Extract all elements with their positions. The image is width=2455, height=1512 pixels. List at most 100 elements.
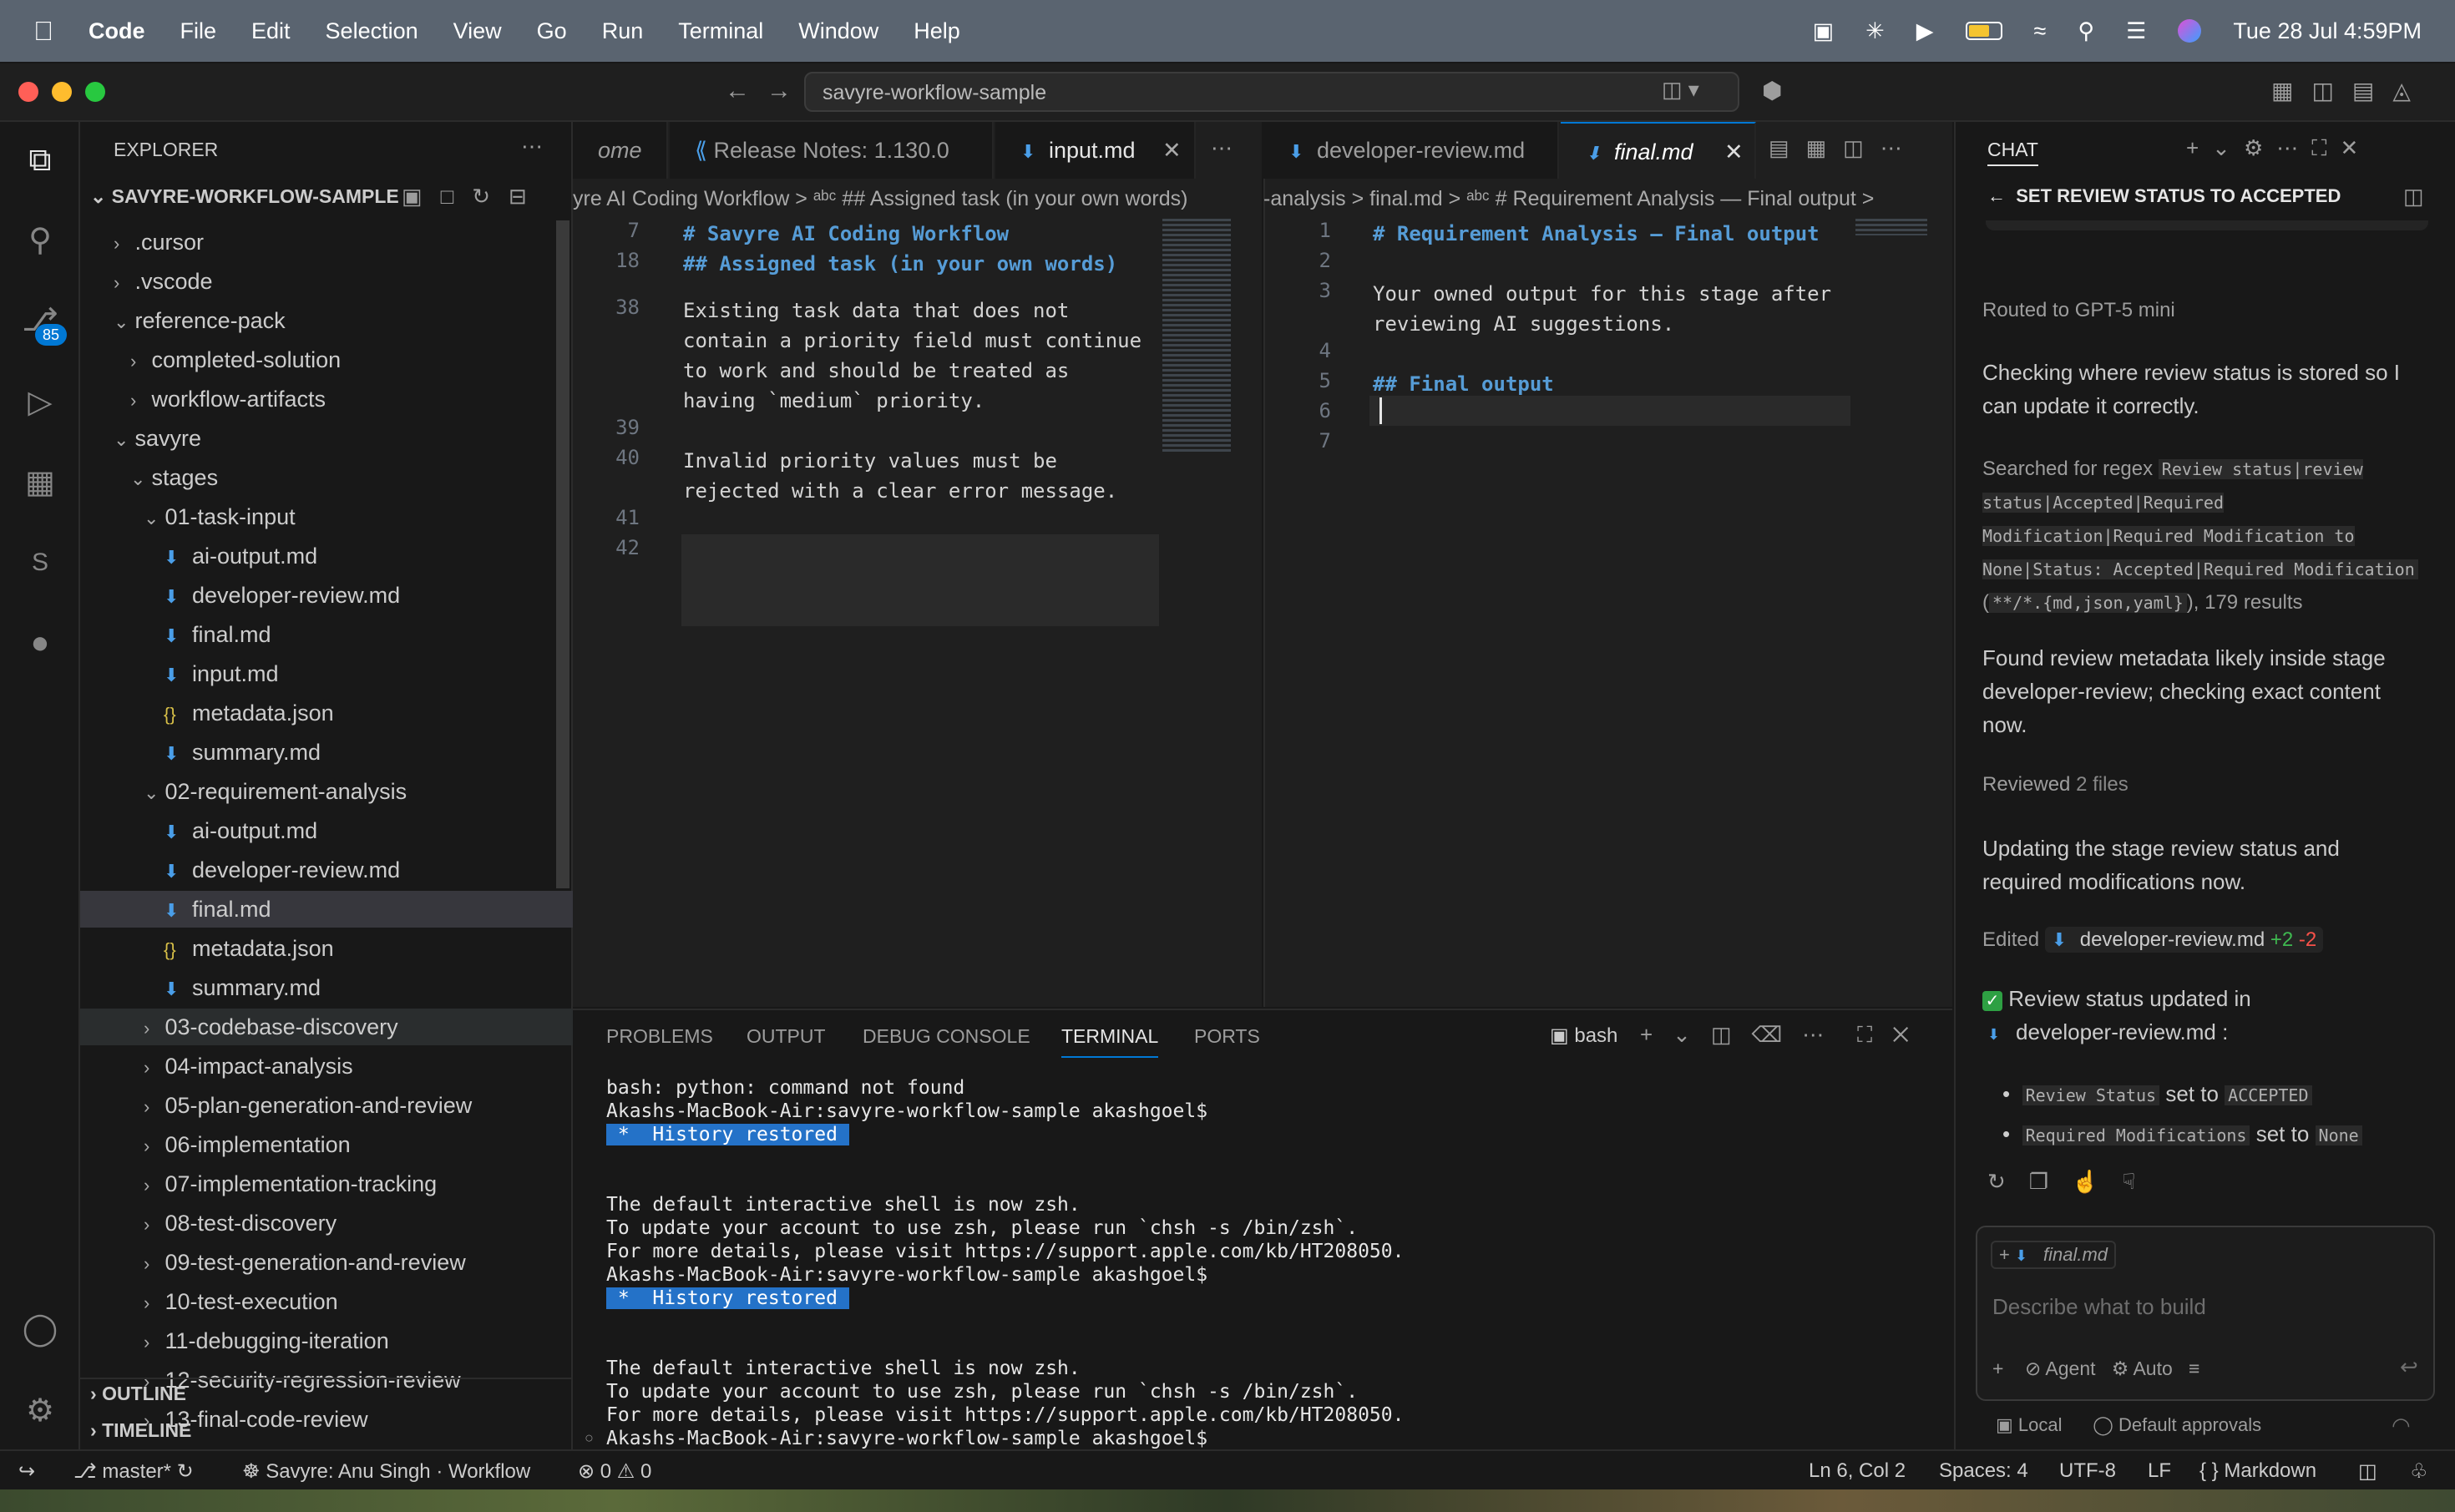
layout-toggles[interactable]: ▦◫▤◬ [2271, 77, 2429, 104]
chat-footer[interactable]: ▣ Local ◯ Default approvals [1996, 1414, 2261, 1436]
line-ending[interactable]: LF [2148, 1459, 2171, 1483]
extensions-icon[interactable]: ▦ [18, 461, 62, 504]
forward-arrow-icon[interactable]: → [767, 77, 792, 105]
reviewed-summary[interactable]: Reviewed 2 files [1982, 768, 2425, 802]
workspace-root[interactable]: ⌄ SAVYRE-WORKFLOW-SAMPLE [90, 185, 399, 208]
close-window-button[interactable] [18, 82, 38, 102]
maximize-window-button[interactable] [85, 82, 105, 102]
branch-indicator[interactable]: ⎇ master* ↻ [73, 1459, 194, 1484]
menu-file[interactable]: File [180, 18, 217, 44]
tree-folder[interactable]: ⌄ reference-pack [80, 302, 573, 339]
chat-header-actions[interactable]: +⌄⚙⋯⛶✕ [2186, 135, 2371, 162]
tree-folder[interactable]: › 09-test-generation-and-review [80, 1244, 573, 1281]
tab-input-md[interactable]: ⬇ input.md ✕ [995, 122, 1196, 179]
tree-folder[interactable]: › .vscode [80, 263, 573, 300]
clock[interactable]: Tue 28 Jul 4:59PM [2233, 18, 2422, 44]
feedback-actions[interactable]: ↻❐☝☟ [1987, 1169, 2159, 1195]
problems-indicator[interactable]: ⊗ 0 ⚠ 0 [578, 1459, 651, 1484]
tree-folder[interactable]: ⌄ stages [80, 459, 573, 496]
panel-tab-problems[interactable]: PROBLEMS [606, 1025, 713, 1048]
profile-indicator[interactable]: ☸ Savyre: Anu Singh · Workflow [242, 1459, 530, 1484]
search-view-icon[interactable]: ⚲ [18, 219, 62, 262]
panel-tab-output[interactable]: OUTPUT [747, 1025, 826, 1048]
tree-file[interactable]: ⬇ input.md [80, 655, 573, 692]
menu-view[interactable]: View [453, 18, 502, 44]
outline-section[interactable]: › OUTLINE [90, 1383, 186, 1405]
tab-welcome[interactable]: ome [573, 122, 668, 179]
chat-title[interactable]: CHAT [1987, 139, 2038, 166]
approvals-label[interactable]: Default approvals [2118, 1414, 2261, 1435]
savyre-icon[interactable]: S [18, 541, 62, 584]
tools-icon[interactable]: ≡ [2189, 1358, 2199, 1379]
menu-help[interactable]: Help [914, 18, 960, 44]
tree-file[interactable]: ⬇ summary.md [80, 734, 573, 771]
terminal-actions[interactable]: +⌄◫⌫⋯ [1640, 1022, 1844, 1048]
tree-folder[interactable]: › 05-plan-generation-and-review [80, 1087, 573, 1124]
accounts-icon[interactable]: ◯ [18, 1307, 62, 1351]
run-debug-icon[interactable]: ▷ [18, 381, 62, 424]
tree-folder[interactable]: ⌄ 02-requirement-analysis [80, 773, 573, 810]
encoding[interactable]: UTF-8 [2059, 1459, 2116, 1483]
location-label[interactable]: Local [2018, 1414, 2063, 1435]
close-tab-icon[interactable]: ✕ [1724, 124, 1744, 180]
control-center-icon[interactable]: ☰ [2126, 18, 2146, 44]
breadcrumb-left[interactable]: yre AI Coding Workflow > ᵃᵇᶜ ## Assigned… [573, 182, 1258, 215]
sidebar-toggle-icon[interactable]: ◫ [2403, 184, 2424, 210]
chat-thread-title[interactable]: ← SET REVIEW STATUS TO ACCEPTED [1987, 185, 2341, 207]
menu-window[interactable]: Window [798, 18, 878, 44]
box-icon[interactable]: ▣ [1813, 18, 1835, 44]
menu-terminal[interactable]: Terminal [678, 18, 763, 44]
tab-developer-review-md[interactable]: ⬇ developer-review.md [1263, 122, 1559, 179]
back-arrow-icon[interactable]: ← [1987, 185, 2006, 206]
menu-go[interactable]: Go [537, 18, 567, 44]
tree-folder[interactable]: › 06-implementation [80, 1126, 573, 1163]
editor-actions[interactable]: ▤▦◫⋯ [1769, 135, 1919, 161]
tree-folder[interactable]: ⌄ 01-task-input [80, 498, 573, 535]
sparkle-icon[interactable]: ✳ [1865, 18, 1885, 44]
minimize-window-button[interactable] [52, 82, 72, 102]
minimap[interactable] [1855, 219, 1927, 235]
model-picker[interactable]: Auto [2133, 1358, 2172, 1379]
panel-tab-terminal[interactable]: TERMINAL [1061, 1025, 1159, 1058]
explorer-icon[interactable]: ⧉ [18, 139, 62, 182]
breadcrumb-right[interactable]: -analysis > final.md > ᵃᵇᶜ # Requirement… [1263, 182, 1952, 215]
siri-icon[interactable] [2178, 19, 2202, 43]
sidebar-scrollbar[interactable] [556, 220, 569, 888]
search-summary[interactable]: Searched for regex Review status|review … [1982, 453, 2425, 619]
copilot-icon[interactable]: ◫ ▾ [1662, 77, 1699, 103]
tree-file[interactable]: {} metadata.json [80, 930, 573, 967]
search-icon[interactable]: ⚲ [2078, 18, 2094, 44]
apple-icon[interactable]:  [33, 16, 53, 47]
minimap[interactable] [1162, 219, 1231, 453]
tree-folder[interactable]: › 04-impact-analysis [80, 1048, 573, 1085]
agent-mode[interactable]: Agent [2045, 1358, 2095, 1379]
notifications-icon[interactable]: ♧ [2410, 1459, 2428, 1484]
tree-folder[interactable]: › .cursor [80, 224, 573, 260]
accounts-badge-icon[interactable]: ⬢ [1762, 77, 1782, 104]
cursor-position[interactable]: Ln 6, Col 2 [1809, 1459, 1906, 1483]
language-mode[interactable]: { } Markdown [2199, 1459, 2316, 1483]
wifi-icon[interactable]: ≈ [2034, 18, 2047, 44]
settings-gear-icon[interactable]: ⚙ [18, 1389, 62, 1433]
play-icon[interactable]: ▶ [1916, 18, 1934, 44]
tree-file[interactable]: ⬇ final.md [80, 616, 573, 653]
editor-right[interactable] [1263, 122, 1952, 1007]
panel-tab-debug-console[interactable]: DEBUG CONSOLE [863, 1025, 1030, 1048]
tree-folder[interactable]: › 03-codebase-discovery [80, 1009, 573, 1045]
menu-app-name[interactable]: Code [89, 18, 145, 44]
back-arrow-icon[interactable]: ← [725, 77, 750, 105]
close-tab-icon[interactable]: ✕ [1162, 122, 1182, 179]
chat-input-toolbar[interactable]: + ⊘ Agent ⚙ Auto ≡ [1992, 1358, 2199, 1380]
menu-run[interactable]: Run [602, 18, 644, 44]
updated-file-ref[interactable]: ⬇ developer-review.md : [1987, 1015, 2430, 1051]
tab-final-md[interactable]: ⬇ final.md ✕ [1561, 122, 1756, 179]
copilot-status-icon[interactable]: ◫ [2358, 1459, 2377, 1484]
tree-file[interactable]: ⬇ final.md [80, 891, 573, 928]
tree-file[interactable]: ⬇ ai-output.md [80, 538, 573, 574]
indentation[interactable]: Spaces: 4 [1939, 1459, 2028, 1483]
menu-selection[interactable]: Selection [326, 18, 418, 44]
tree-folder[interactable]: › 11-debugging-iteration [80, 1322, 573, 1359]
attachment-chip[interactable]: + ⬇ final.md [1991, 1241, 2117, 1269]
tree-file[interactable]: ⬇ developer-review.md [80, 577, 573, 614]
editor-more-icon[interactable]: ⋯ [1211, 135, 1233, 161]
